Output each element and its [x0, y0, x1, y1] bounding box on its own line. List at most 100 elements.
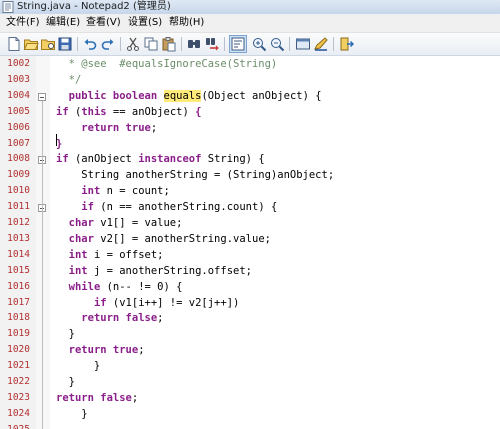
zoom-out-icon[interactable] — [269, 36, 285, 52]
paste-icon[interactable] — [161, 36, 177, 52]
cut-icon[interactable] — [125, 36, 141, 52]
toolbar-separator — [333, 37, 334, 51]
code-line: if (this == anObject) { — [56, 106, 201, 118]
code-token: String anotherString = (String)anObject; — [56, 169, 335, 182]
menu-edit[interactable]: 编辑(E) — [44, 14, 82, 32]
edit-icon[interactable] — [313, 36, 329, 52]
code-line: } — [56, 360, 100, 372]
keyword-token: char — [68, 217, 94, 229]
keyword-token: int — [68, 248, 88, 261]
code-line: if (n == anotherString.count) { — [56, 201, 277, 213]
keyword-token: int — [68, 264, 88, 277]
code-line: if (anObject instanceof String) { — [56, 153, 265, 165]
keyword-token: if — [93, 296, 107, 309]
code-line: char v1[] = value; — [56, 217, 183, 229]
line-number: 1025 — [0, 424, 30, 429]
menu-settings[interactable]: 设置(S) — [126, 14, 164, 32]
line-number: 1002 — [7, 58, 30, 69]
line-number: 1018 — [7, 312, 30, 324]
exit-icon[interactable] — [339, 36, 355, 52]
code-token: } — [56, 407, 88, 420]
line-number: 1012 — [7, 217, 30, 228]
code-line: } — [56, 328, 75, 340]
line-number: 1022 — [7, 376, 30, 387]
notepad2-app-icon — [2, 1, 14, 13]
new-file-icon[interactable] — [6, 36, 22, 52]
toolbar-separator — [120, 37, 121, 51]
code-token: n = count; — [100, 185, 170, 198]
code-token: (n-- != 0) { — [100, 280, 183, 293]
line-number: 1021 — [7, 360, 30, 372]
line-number: 1014 — [7, 248, 30, 260]
title-bar: String.java - Notepad2 (管理员) — [0, 0, 500, 14]
code-token: ; — [138, 344, 145, 357]
code-editor[interactable]: 1002 1003 1004 1005 1006 1007 1008 1009 1010 1011… — [0, 56, 500, 429]
code-token: ; — [131, 391, 139, 404]
fold-toggle[interactable] — [38, 92, 46, 101]
code-line: return false; — [56, 392, 138, 404]
line-number: 1024 — [7, 407, 30, 419]
code-line: if (v1[i++] != v2[j++]) — [56, 297, 239, 309]
code-line: return false; — [56, 312, 163, 324]
keyword-token: int — [81, 185, 101, 198]
keyword-token: while — [68, 280, 101, 293]
toolbar-separator — [289, 37, 290, 51]
code-token: ( — [68, 105, 82, 118]
code-line: char v2[] = anotherString.value; — [56, 233, 271, 245]
zoom-in-icon[interactable] — [251, 36, 267, 52]
keyword-token: { — [195, 105, 202, 118]
open-folder-icon[interactable] — [23, 36, 39, 52]
line-number: 1013 — [7, 232, 30, 244]
line-number: 1008 — [7, 153, 30, 165]
line-number: 1003 — [7, 73, 30, 85]
code-token: (v1[i++] != v2[j++]) — [106, 296, 240, 309]
keyword-token: public boolean — [68, 89, 158, 102]
keyword-token: return false — [81, 312, 158, 325]
menu-help[interactable]: 帮助(H) — [167, 14, 206, 32]
keyword-token: return true — [81, 121, 151, 134]
code-line: */ — [56, 73, 82, 86]
menu-view[interactable]: 查看(V) — [84, 14, 123, 32]
code-token: } — [56, 328, 75, 341]
code-line: return true; — [56, 344, 145, 356]
view-icon[interactable] — [295, 36, 311, 52]
code-line: int i = offset; — [56, 248, 164, 261]
comment-token: */ — [56, 73, 82, 86]
redo-icon[interactable] — [100, 36, 116, 52]
save-icon[interactable] — [57, 36, 73, 52]
code-token: (Object anObject) { — [201, 89, 322, 102]
keyword-token: return false — [56, 391, 132, 404]
browse-icon[interactable] — [40, 36, 56, 52]
code-token: } — [56, 376, 75, 388]
line-number: 1006 — [7, 121, 30, 133]
code-line: * @see #equalsIgnoreCase(String) — [56, 58, 278, 70]
undo-icon[interactable] — [82, 36, 98, 52]
replace-icon[interactable] — [204, 36, 220, 52]
code-line: return true; — [56, 122, 157, 134]
notepad2-window: String.java - Notepad2 (管理员) 文件(F) 编辑(E)… — [0, 0, 500, 429]
line-number: 1019 — [7, 328, 30, 340]
toolbar-separator — [181, 37, 182, 51]
keyword-token: char — [68, 232, 94, 245]
find-icon[interactable] — [186, 36, 202, 52]
line-number: 1007 — [7, 137, 30, 149]
code-token: j = anotherString.offset; — [87, 264, 252, 277]
keyword-token: if — [56, 105, 69, 118]
copy-icon[interactable] — [143, 36, 159, 52]
code-line: public boolean equals(Object anObject) { — [56, 89, 322, 102]
menu-bar: 文件(F) 编辑(E) 查看(V) 设置(S) 帮助(H) — [0, 14, 500, 33]
line-number-gutter: 1002 1003 1004 1005 1006 1007 1008 1009 1010 1011… — [0, 56, 37, 429]
word-wrap-icon[interactable] — [229, 35, 247, 53]
fold-margin — [36, 56, 50, 429]
keyword-token: if — [56, 153, 69, 166]
menu-file[interactable]: 文件(F) — [4, 14, 42, 32]
